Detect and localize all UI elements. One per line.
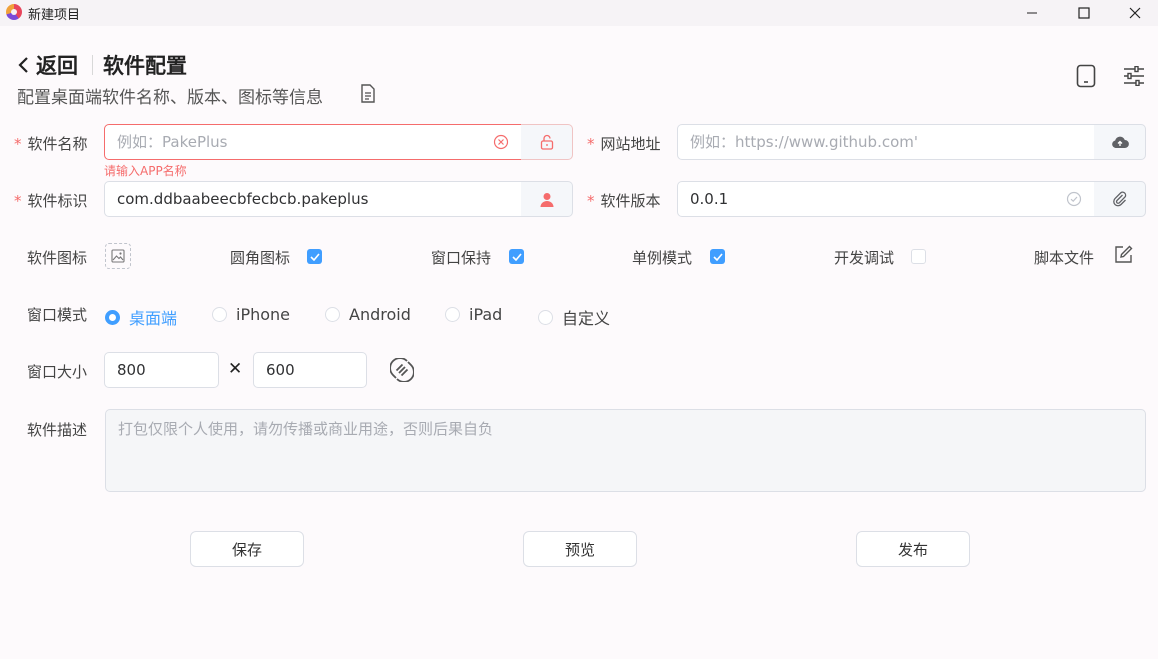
window-title: 新建项目 xyxy=(28,8,81,23)
save-button[interactable]: 保存 xyxy=(190,531,304,567)
unlock-icon xyxy=(540,134,553,150)
radio-dot xyxy=(325,307,340,322)
icon-upload[interactable] xyxy=(105,243,131,269)
back-button[interactable]: 返回 xyxy=(16,50,78,80)
app-name-error: 请输入APP名称 xyxy=(104,164,187,178)
radio-ipad[interactable]: iPad xyxy=(445,305,502,324)
header-divider xyxy=(92,55,93,75)
title-bar xyxy=(0,0,1158,26)
unlock-button[interactable] xyxy=(521,124,573,160)
rounded-icon-checkbox[interactable] xyxy=(307,249,322,264)
app-id-input[interactable] xyxy=(105,182,521,216)
rounded-icon-label: 圆角图标 xyxy=(230,249,291,267)
rotate-icon[interactable] xyxy=(389,357,415,386)
paperclip-icon xyxy=(1112,191,1126,207)
attach-button[interactable] xyxy=(1094,181,1146,217)
check-icon xyxy=(511,252,522,261)
radio-iphone[interactable]: iPhone xyxy=(212,305,290,324)
website-label: * 网站地址 xyxy=(587,135,661,153)
close-button[interactable] xyxy=(1112,0,1158,26)
radio-dot xyxy=(445,307,460,322)
cloud-button[interactable] xyxy=(1094,124,1146,160)
keep-window-label: 窗口保持 xyxy=(431,249,492,267)
version-input-wrap xyxy=(677,181,1095,217)
single-instance-checkbox[interactable] xyxy=(710,249,725,264)
radio-android[interactable]: Android xyxy=(325,305,411,324)
circle-check-icon xyxy=(1066,191,1082,207)
page-subtitle: 配置桌面端软件名称、版本、图标等信息 xyxy=(17,88,323,108)
single-instance-label: 单例模式 xyxy=(632,249,693,267)
edit-icon[interactable] xyxy=(1114,245,1133,268)
app-name-input[interactable] xyxy=(105,125,493,159)
page-title: 软件配置 xyxy=(103,54,187,78)
debug-label: 开发调试 xyxy=(834,249,895,267)
close-icon xyxy=(1129,7,1141,19)
window-size-label: 窗口大小 xyxy=(27,363,88,381)
check-icon xyxy=(309,252,320,261)
preview-button[interactable]: 预览 xyxy=(523,531,637,567)
user-icon xyxy=(540,192,553,207)
website-input-wrap xyxy=(677,124,1095,160)
clear-icon[interactable] xyxy=(493,134,509,150)
minimize-icon xyxy=(1027,12,1037,14)
app-id-input-wrap xyxy=(104,181,522,217)
back-label: 返回 xyxy=(36,54,78,78)
description-textarea[interactable] xyxy=(105,409,1146,492)
maximize-button[interactable] xyxy=(1061,0,1107,26)
keep-window-checkbox[interactable] xyxy=(509,249,524,264)
tablet-icon[interactable] xyxy=(1073,63,1099,89)
height-input-wrap xyxy=(253,352,460,388)
sliders-icon[interactable] xyxy=(1121,63,1147,89)
chevron-left-icon xyxy=(18,57,28,73)
app-id-label: * 软件标识 xyxy=(14,192,88,210)
maximize-icon xyxy=(1078,7,1090,19)
app-name-input-wrap xyxy=(104,124,522,160)
publish-button[interactable]: 发布 xyxy=(856,531,970,567)
image-icon xyxy=(111,249,125,263)
check-icon xyxy=(712,252,723,261)
radio-dot xyxy=(105,309,120,325)
version-input[interactable] xyxy=(678,182,1066,216)
minimize-button[interactable] xyxy=(1009,0,1055,26)
description-label: 软件描述 xyxy=(27,421,88,439)
radio-desktop[interactable]: 桌面端 xyxy=(105,305,177,329)
height-input[interactable] xyxy=(254,353,460,387)
size-separator: ✕ xyxy=(228,359,243,379)
icon-label: 软件图标 xyxy=(27,249,88,267)
app-logo-icon xyxy=(6,4,22,20)
user-button[interactable] xyxy=(521,181,573,217)
version-label: * 软件版本 xyxy=(587,192,661,210)
cloud-upload-icon xyxy=(1111,136,1129,148)
document-icon[interactable] xyxy=(360,84,376,107)
radio-custom[interactable]: 自定义 xyxy=(538,305,610,329)
window-mode-label: 窗口模式 xyxy=(27,306,88,324)
script-file-label: 脚本文件 xyxy=(1034,249,1095,267)
website-input[interactable] xyxy=(678,125,1094,159)
debug-checkbox[interactable] xyxy=(911,249,926,264)
app-name-label: * 软件名称 xyxy=(14,135,88,153)
radio-dot xyxy=(538,309,553,325)
radio-dot xyxy=(212,307,227,322)
width-input-wrap xyxy=(104,352,311,388)
